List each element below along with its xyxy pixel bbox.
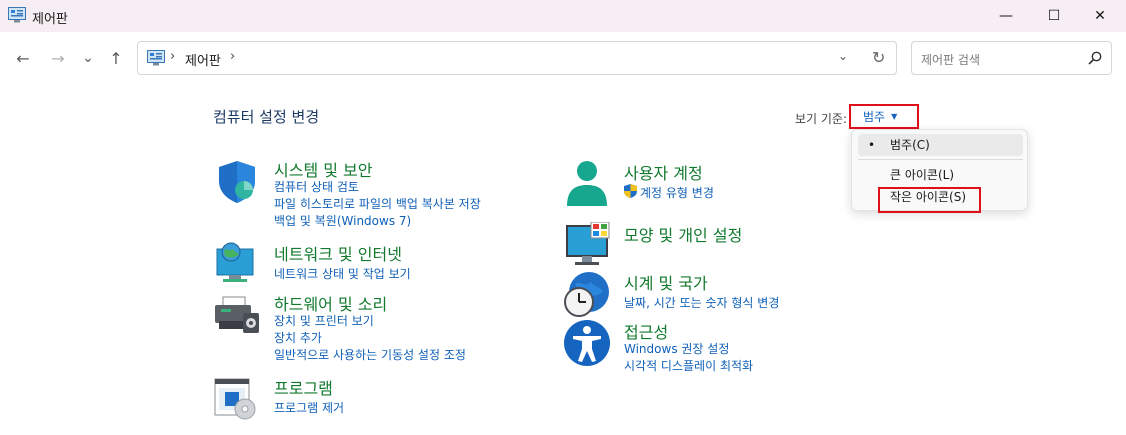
category-heading[interactable]: 네트워크 및 인터넷 [274, 241, 402, 265]
control-panel-icon [147, 50, 165, 66]
link-optimize-display[interactable]: 시각적 디스플레이 최적화 [624, 357, 753, 374]
forward-button[interactable]: → [46, 46, 70, 70]
minimize-button[interactable]: — [983, 0, 1029, 32]
link-windows-recommended[interactable]: Windows 권장 설정 [624, 340, 729, 357]
search-placeholder: 제어판 검색 [921, 53, 981, 67]
accessibility-icon[interactable] [563, 319, 611, 367]
category-heading[interactable]: 프로그램 [274, 375, 333, 399]
view-by-value[interactable]: 범주 [863, 108, 885, 125]
search-input[interactable]: 제어판 검색 [911, 41, 1112, 75]
program-disc-icon[interactable] [213, 375, 261, 423]
network-globe-icon[interactable] [213, 241, 261, 289]
breadcrumb-control-panel[interactable]: 제어판 [185, 50, 221, 69]
link-review-status[interactable]: 컴퓨터 상태 검토 [274, 178, 359, 195]
address-bar[interactable]: › 제어판 › ⌄ ↻ [137, 41, 897, 75]
highlight-annotation [878, 187, 981, 213]
up-button[interactable]: ↑ [104, 46, 128, 70]
link-network-status[interactable]: 네트워크 상태 및 작업 보기 [274, 265, 411, 282]
back-button[interactable]: ← [11, 46, 35, 70]
refresh-button[interactable]: ↻ [872, 48, 885, 67]
menu-item-label[interactable]: 큰 아이콘(L) [890, 168, 954, 182]
navigation-bar: ← → ⌄ ↑ › 제어판 › ⌄ ↻ 제어판 검색 [0, 32, 1126, 84]
category-heading[interactable]: 사용자 계정 [624, 160, 703, 184]
title-bar: 제어판 — ☐ ✕ [0, 0, 1126, 32]
category-heading[interactable]: 모양 및 개인 설정 [624, 222, 742, 246]
view-by-label: 보기 기준: [795, 112, 848, 126]
control-panel-icon [8, 7, 26, 23]
clock-globe-icon[interactable] [563, 270, 611, 318]
breadcrumb-chevron-icon[interactable]: › [170, 49, 175, 64]
link-add-device[interactable]: 장치 추가 [274, 329, 322, 346]
category-heading[interactable]: 시계 및 국가 [624, 270, 708, 294]
maximize-button[interactable]: ☐ [1031, 0, 1077, 32]
close-button[interactable]: ✕ [1077, 0, 1123, 32]
printer-icon[interactable] [213, 291, 261, 339]
menu-item-category[interactable]: • 범주(C) [858, 134, 1023, 156]
link-date-time-format[interactable]: 날짜, 시간 또는 숫자 형식 변경 [624, 294, 779, 311]
menu-item-large-icons[interactable]: 큰 아이콘(L) [858, 164, 1023, 186]
dropdown-arrow-icon[interactable]: ▼ [891, 112, 897, 121]
link-change-account-type[interactable]: 계정 유형 변경 [640, 184, 714, 201]
window-title: 제어판 [32, 12, 68, 27]
monitor-icon[interactable] [563, 222, 611, 270]
link-uninstall-program[interactable]: 프로그램 제거 [274, 399, 344, 416]
address-history-dropdown[interactable]: ⌄ [838, 49, 848, 63]
uac-shield-icon [624, 184, 637, 198]
view-by-dropdown[interactable]: 범주 ▼ [849, 104, 919, 129]
breadcrumb-chevron-icon[interactable]: › [230, 49, 235, 64]
link-devices-printers[interactable]: 장치 및 프린터 보기 [274, 312, 374, 329]
user-icon[interactable] [563, 160, 611, 208]
menu-separator [858, 159, 1023, 160]
menu-item-label[interactable]: 범주(C) [890, 138, 930, 152]
link-file-history[interactable]: 파일 히스토리로 파일의 백업 복사본 저장 [274, 195, 481, 212]
shield-icon[interactable] [213, 157, 261, 205]
selected-bullet-icon: • [868, 138, 876, 152]
search-icon[interactable] [1088, 51, 1102, 65]
link-mobility-settings[interactable]: 일반적으로 사용하는 기동성 설정 조정 [274, 346, 466, 363]
link-backup-restore[interactable]: 백업 및 복원(Windows 7) [274, 212, 411, 229]
page-title: 컴퓨터 설정 변경 [213, 108, 320, 126]
recent-locations-button[interactable]: ⌄ [76, 46, 100, 70]
